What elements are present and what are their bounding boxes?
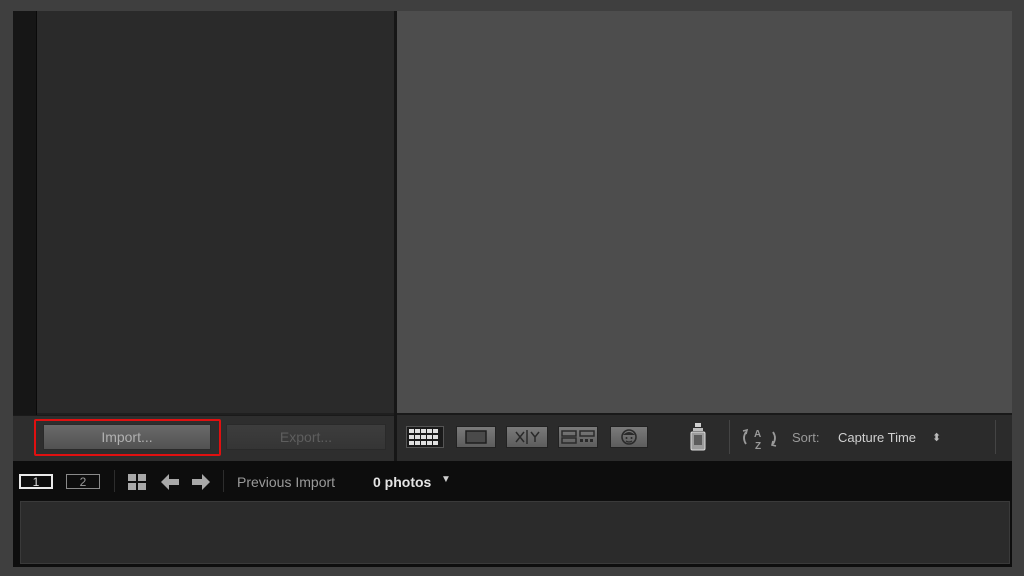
forward-arrow-icon[interactable]: [190, 472, 212, 492]
grid-icon[interactable]: [127, 473, 147, 491]
sort-toggle-icon[interactable]: ⬍: [932, 431, 941, 444]
toolbar-divider: [729, 420, 730, 454]
chevron-down-icon[interactable]: ▼: [441, 474, 451, 485]
sort-direction-icon[interactable]: A Z: [738, 424, 782, 452]
grid-view-button[interactable]: [406, 426, 444, 448]
survey-view-icon: [561, 430, 595, 444]
export-button-label: Export...: [279, 429, 333, 445]
sort-value[interactable]: Capture Time: [838, 430, 916, 445]
photo-count[interactable]: 0 photos: [373, 474, 431, 490]
filmstrip-divider: [114, 470, 115, 492]
people-view-icon: [621, 429, 637, 445]
svg-text:A: A: [754, 429, 761, 440]
compare-view-icon: [515, 430, 540, 444]
primary-display-button[interactable]: 1: [19, 474, 53, 489]
filmstrip[interactable]: [20, 501, 1010, 564]
primary-display-label: 1: [32, 474, 40, 489]
filmstrip-source-label[interactable]: Previous Import: [237, 474, 335, 490]
toolbar-divider: [995, 420, 996, 454]
sort-label: Sort:: [792, 430, 820, 445]
left-panel-edge[interactable]: [13, 11, 37, 461]
main-content-area[interactable]: [397, 11, 1012, 413]
back-arrow-icon[interactable]: [159, 472, 181, 492]
loupe-view-icon: [465, 430, 487, 444]
secondary-display-label: 2: [79, 474, 87, 489]
grid-view-icon: [409, 429, 438, 445]
people-view-button[interactable]: [610, 426, 648, 448]
secondary-display-button[interactable]: 2: [66, 474, 100, 489]
import-highlight-annotation: [34, 419, 221, 456]
export-button[interactable]: Export...: [226, 424, 386, 450]
spray-can-icon[interactable]: [688, 422, 708, 452]
survey-view-button[interactable]: [558, 426, 598, 448]
svg-text:Z: Z: [755, 441, 761, 452]
loupe-view-button[interactable]: [456, 426, 496, 448]
left-panel: [37, 11, 394, 413]
filmstrip-divider: [223, 470, 224, 492]
compare-view-button[interactable]: [506, 426, 548, 448]
